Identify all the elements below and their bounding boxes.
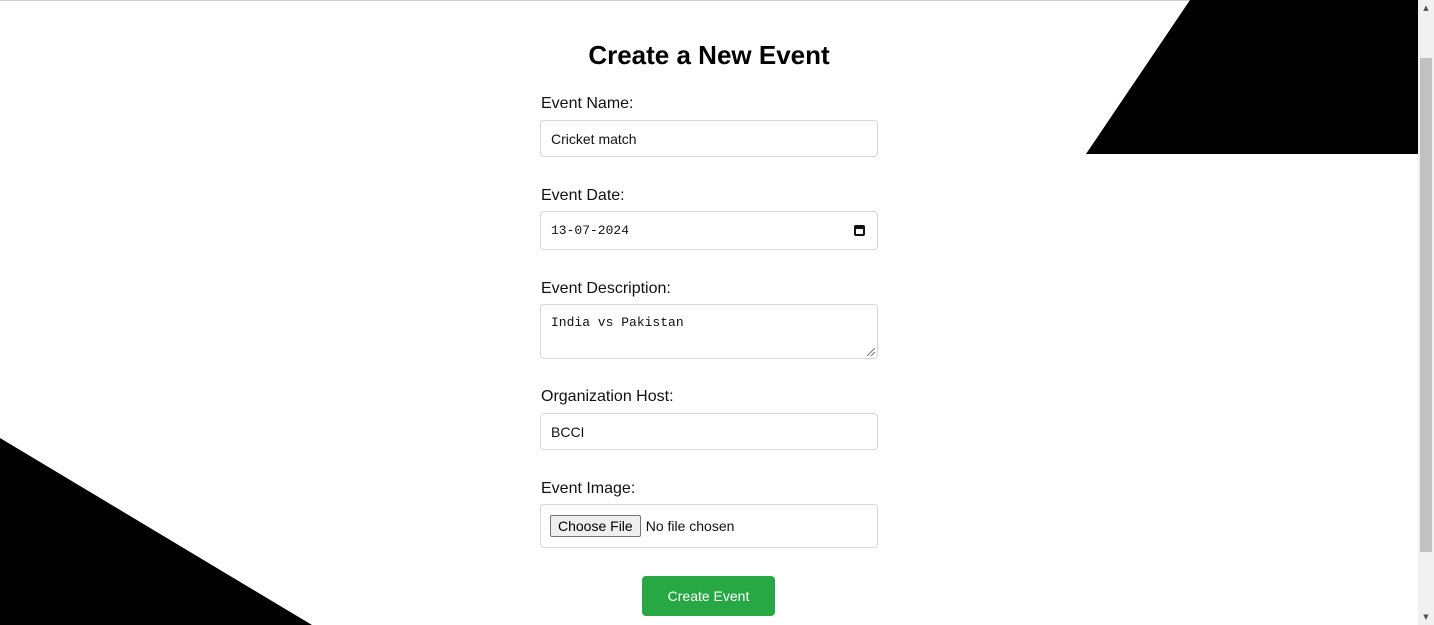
create-event-button[interactable]: Create Event	[642, 576, 775, 616]
event-form-page: Create a New Event Event Name: Cricket m…	[0, 0, 1434, 625]
event-date-label: Event Date:	[541, 187, 625, 204]
event-date-value: 13-07-2024	[551, 223, 630, 238]
choose-file-button[interactable]: Choose File	[550, 515, 641, 537]
event-name-input[interactable]: Cricket match	[540, 120, 878, 157]
scroll-up-arrow-icon[interactable]: ▲	[1418, 0, 1434, 16]
organization-host-value: BCCI	[551, 423, 585, 440]
event-description-textarea[interactable]: India vs Pakistan	[540, 304, 878, 359]
vertical-scrollbar[interactable]: ▲ ▼	[1418, 0, 1434, 625]
scrollbar-thumb[interactable]	[1420, 58, 1432, 552]
page-title: Create a New Event	[588, 40, 830, 70]
calendar-icon[interactable]	[854, 225, 865, 236]
organization-host-label: Organization Host:	[541, 388, 674, 405]
resize-handle-icon[interactable]	[867, 348, 875, 356]
organization-host-input[interactable]: BCCI	[540, 413, 878, 450]
event-name-value: Cricket match	[551, 130, 637, 147]
event-name-label: Event Name:	[541, 95, 634, 112]
scroll-down-arrow-icon[interactable]: ▼	[1418, 609, 1434, 625]
event-description-value: India vs Pakistan	[551, 315, 684, 330]
event-image-label: Event Image:	[541, 480, 636, 497]
event-date-input[interactable]: 13-07-2024	[540, 211, 878, 250]
event-image-file-input[interactable]: Choose File No file chosen	[540, 504, 878, 548]
file-status-text: No file chosen	[645, 518, 735, 534]
decorative-black-shape-bottom	[0, 438, 312, 625]
decorative-black-shape-top	[1086, 0, 1418, 154]
event-description-label: Event Description:	[541, 280, 671, 297]
